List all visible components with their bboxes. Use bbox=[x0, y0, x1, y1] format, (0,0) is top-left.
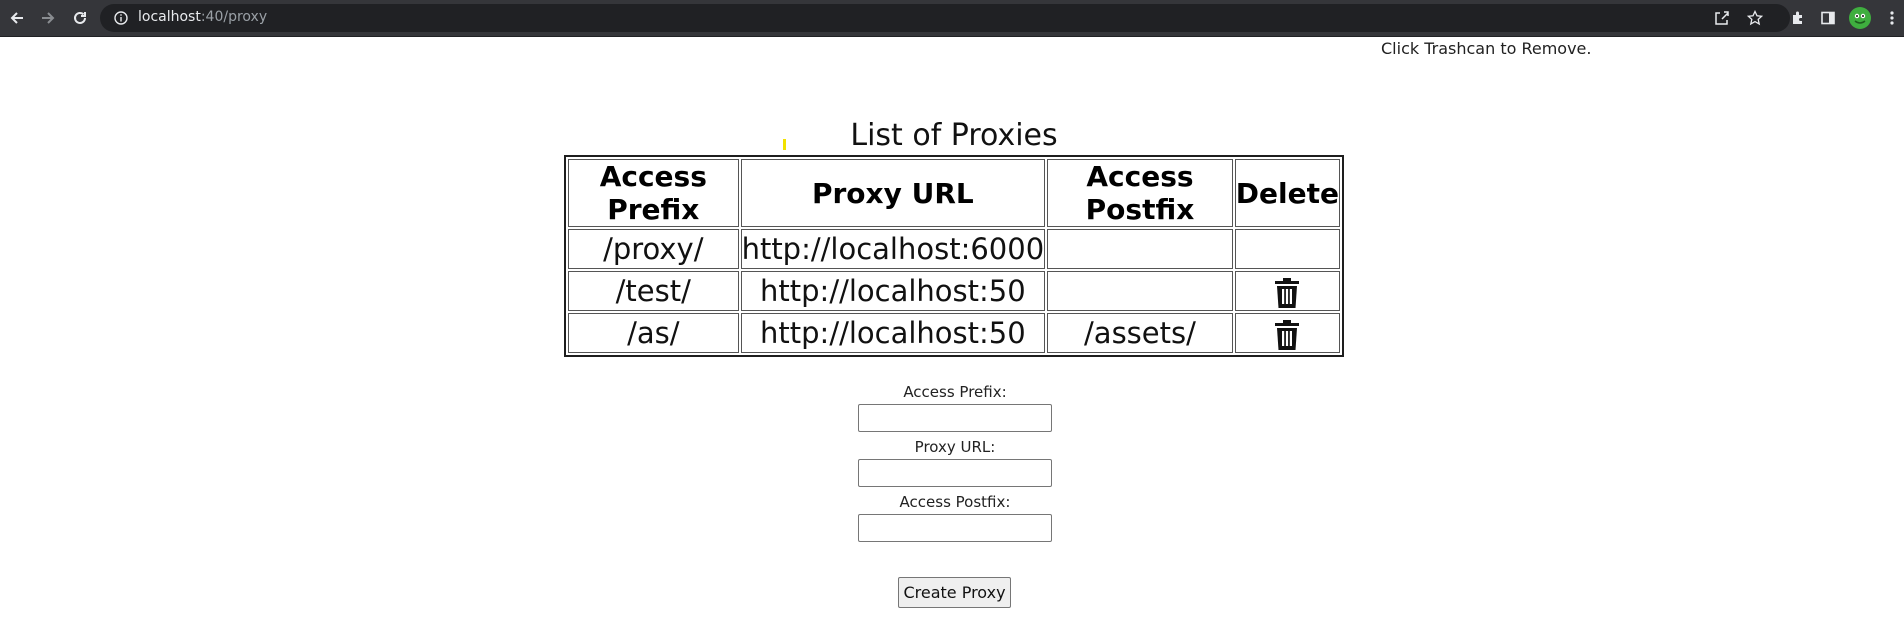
cell-delete bbox=[1234, 229, 1340, 269]
info-icon[interactable] bbox=[114, 10, 128, 29]
table-row: /as/ http://localhost:50 /assets/ bbox=[568, 313, 1340, 353]
address-bar[interactable]: localhost:40/proxy bbox=[100, 4, 1790, 32]
proxy-url-input[interactable] bbox=[858, 459, 1052, 487]
access-prefix-input[interactable] bbox=[858, 404, 1052, 432]
back-arrow-icon[interactable] bbox=[5, 6, 29, 30]
table-header-row: Access Prefix Proxy URL Access Postfix D… bbox=[568, 159, 1340, 227]
access-postfix-input[interactable] bbox=[858, 514, 1052, 542]
cell-proxy-url: http://localhost:50 bbox=[740, 271, 1046, 311]
header-proxy-url: Proxy URL bbox=[740, 159, 1046, 227]
table-row: /proxy/ http://localhost:6000 bbox=[568, 229, 1340, 269]
trash-icon[interactable] bbox=[1273, 320, 1301, 350]
cell-delete bbox=[1234, 313, 1340, 353]
create-proxy-button[interactable]: Create Proxy bbox=[898, 577, 1011, 608]
forward-arrow-icon[interactable] bbox=[36, 6, 60, 30]
access-prefix-label: Access Prefix: bbox=[903, 383, 1007, 401]
kebab-menu-icon[interactable] bbox=[1880, 6, 1904, 30]
trash-icon[interactable] bbox=[1273, 278, 1301, 308]
cell-access-prefix: /test/ bbox=[568, 271, 739, 311]
cell-access-prefix: /proxy/ bbox=[568, 229, 739, 269]
url-text: localhost:40/proxy bbox=[138, 9, 267, 25]
table-caption: List of Proxies bbox=[850, 118, 1058, 153]
create-proxy-form: Access Prefix: Proxy URL: Access Postfix… bbox=[855, 382, 1055, 547]
cell-proxy-url: http://localhost:50 bbox=[740, 313, 1046, 353]
puzzle-icon[interactable] bbox=[1786, 6, 1810, 30]
cell-delete bbox=[1234, 271, 1340, 311]
side-panel-icon[interactable] bbox=[1816, 6, 1840, 30]
proxy-table: Access Prefix Proxy URL Access Postfix D… bbox=[564, 155, 1344, 357]
star-icon[interactable] bbox=[1746, 9, 1765, 28]
cell-access-prefix: /as/ bbox=[568, 313, 739, 353]
cell-proxy-url: http://localhost:6000 bbox=[740, 229, 1046, 269]
browser-toolbar: localhost:40/proxy bbox=[0, 0, 1904, 37]
access-postfix-label: Access Postfix: bbox=[899, 493, 1011, 511]
cell-access-postfix bbox=[1047, 229, 1233, 269]
cell-access-postfix bbox=[1047, 271, 1233, 311]
remove-hint: Click Trashcan to Remove. bbox=[1381, 39, 1592, 58]
url-path: :40/proxy bbox=[200, 9, 268, 25]
cell-access-postfix: /assets/ bbox=[1047, 313, 1233, 353]
table-row: /test/ http://localhost:50 bbox=[568, 271, 1340, 311]
share-icon[interactable] bbox=[1714, 10, 1732, 28]
proxy-url-label: Proxy URL: bbox=[914, 438, 996, 456]
reload-icon[interactable] bbox=[68, 6, 92, 30]
header-delete: Delete bbox=[1234, 159, 1340, 227]
header-access-prefix: Access Prefix bbox=[568, 159, 739, 227]
header-access-postfix: Access Postfix bbox=[1047, 159, 1233, 227]
url-host: localhost bbox=[138, 9, 201, 25]
avatar[interactable] bbox=[1848, 6, 1872, 30]
